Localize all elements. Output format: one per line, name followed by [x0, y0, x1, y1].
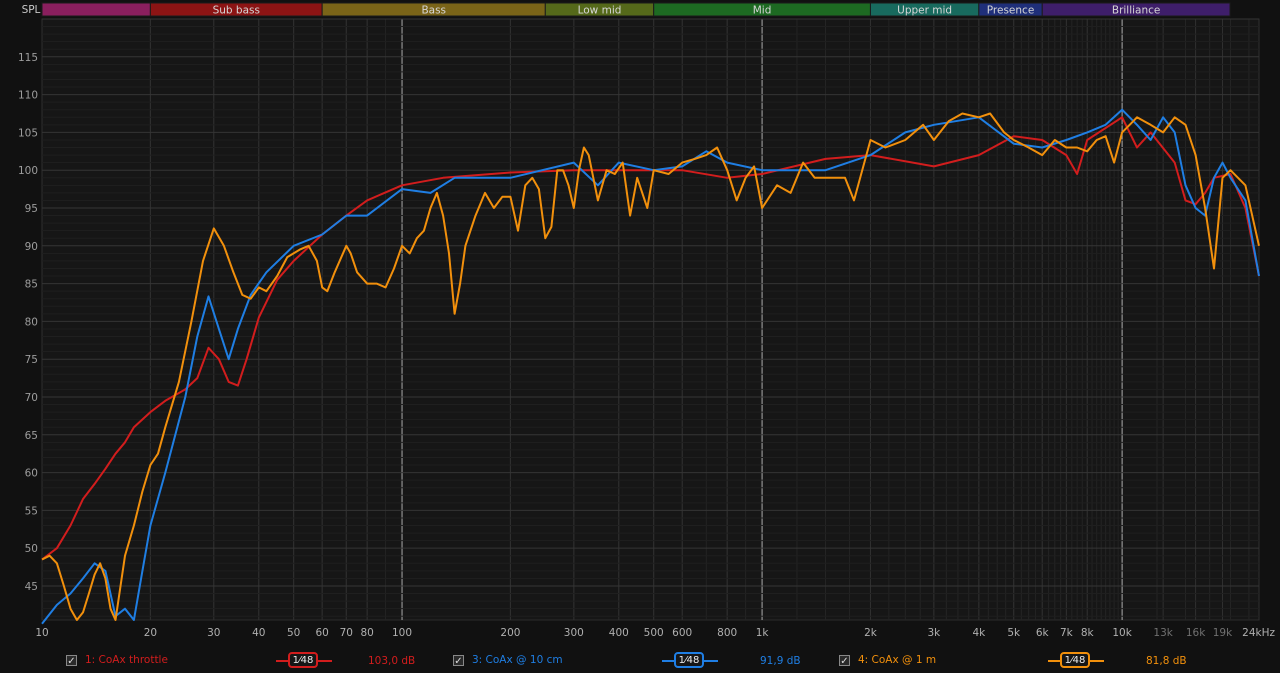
- y-tick-label: 65: [25, 430, 38, 442]
- series-1-smoothing: 1⁄48: [276, 652, 332, 668]
- x-tick-label: 7k: [1060, 627, 1074, 639]
- x-tick-label: 8k: [1081, 627, 1095, 639]
- series-4-name: 4: CoAx @ 1 m: [858, 654, 937, 666]
- series-1-level: 103,0 dB: [368, 655, 416, 667]
- x-tick-label: 16k: [1186, 627, 1206, 639]
- series-1-smoothing-button[interactable]: 1⁄48: [288, 652, 318, 668]
- series-4-checkbox[interactable]: ✓: [839, 654, 850, 667]
- x-tick-label: 13k: [1153, 627, 1173, 639]
- x-tick-label: 5k: [1007, 627, 1021, 639]
- legend: ✓ 1: CoAx throttle 1⁄48 103,0 dB ✓ 3: Co…: [0, 648, 1280, 673]
- spl-chart[interactable]: SPL Sub bass Bass Low mid Mid Upper mid Prese…: [0, 0, 1280, 648]
- x-tick-label: 2k: [864, 627, 878, 639]
- band-label: Low mid: [578, 5, 622, 17]
- y-tick-label: 60: [25, 468, 38, 480]
- series-3-level: 91,9 dB: [760, 655, 801, 667]
- series-3-smoothing-button[interactable]: 1⁄48: [674, 652, 704, 668]
- y-tick-label: 45: [25, 581, 38, 593]
- x-tick-label: 100: [392, 627, 412, 639]
- series-3-smoothing: 1⁄48: [662, 652, 718, 668]
- x-tick-label: 10k: [1112, 627, 1132, 639]
- x-tick-label: 600: [672, 627, 692, 639]
- x-tick-label: 80: [360, 627, 373, 639]
- band-label: Mid: [753, 5, 772, 17]
- x-tick-label: 800: [717, 627, 737, 639]
- x-tick-label: 20: [144, 627, 157, 639]
- x-tick-label: 3k: [927, 627, 941, 639]
- x-tick-label: 24kHz: [1242, 627, 1275, 639]
- y-tick-label: 95: [25, 203, 38, 215]
- legend-item-1: ✓ 1: CoAx throttle: [66, 654, 168, 667]
- frequency-band-bar: Sub bass Bass Low mid Mid Upper mid Presence B…: [41, 2, 1231, 17]
- band-label: Upper mid: [897, 5, 952, 17]
- y-tick-label: 75: [25, 354, 38, 366]
- series-3-checkbox[interactable]: ✓: [453, 654, 464, 667]
- y-tick-label: 85: [25, 279, 38, 291]
- x-tick-label: 300: [564, 627, 584, 639]
- series-3-name: 3: CoAx @ 10 cm: [472, 654, 563, 666]
- y-tick-label: 50: [25, 543, 38, 555]
- series-4-level: 81,8 dB: [1146, 655, 1187, 667]
- plot-area: [41, 18, 1260, 621]
- band-label: Bass: [421, 5, 446, 17]
- series-1-name: 1: CoAx throttle: [85, 654, 168, 666]
- band-label: Presence: [987, 5, 1035, 17]
- y-tick-label: 115: [18, 52, 38, 64]
- x-tick-label: 200: [500, 627, 520, 639]
- x-tick-label: 30: [207, 627, 220, 639]
- y-tick-label: 110: [18, 90, 38, 102]
- x-tick-label: 400: [609, 627, 629, 639]
- legend-item-4: ✓ 4: CoAx @ 1 m: [839, 654, 937, 667]
- x-tick-label: 60: [315, 627, 328, 639]
- x-tick-label: 19k: [1213, 627, 1233, 639]
- band-label: Sub bass: [213, 5, 260, 17]
- y-tick-label: 90: [25, 241, 38, 253]
- x-tick-label: 4k: [972, 627, 986, 639]
- series-4-smoothing: 1⁄48: [1048, 652, 1104, 668]
- x-tick-label: 500: [644, 627, 664, 639]
- y-tick-label: 100: [18, 165, 38, 177]
- x-tick-label: 70: [340, 627, 353, 639]
- y-axis-label: SPL: [22, 4, 41, 16]
- y-tick-label: 55: [25, 505, 38, 517]
- series-1-checkbox[interactable]: ✓: [66, 654, 77, 667]
- series-4-smoothing-button[interactable]: 1⁄48: [1060, 652, 1090, 668]
- x-tick-label: 50: [287, 627, 300, 639]
- x-tick-label: 6k: [1036, 627, 1050, 639]
- x-tick-label: 10: [35, 627, 48, 639]
- x-tick-label: 1k: [756, 627, 770, 639]
- band-infra: [41, 2, 151, 17]
- y-tick-label: 70: [25, 392, 38, 404]
- band-label: Brilliance: [1112, 5, 1161, 17]
- legend-item-3: ✓ 3: CoAx @ 10 cm: [453, 654, 563, 667]
- x-tick-label: 40: [252, 627, 265, 639]
- y-tick-label: 80: [25, 316, 38, 328]
- y-tick-label: 105: [18, 127, 38, 139]
